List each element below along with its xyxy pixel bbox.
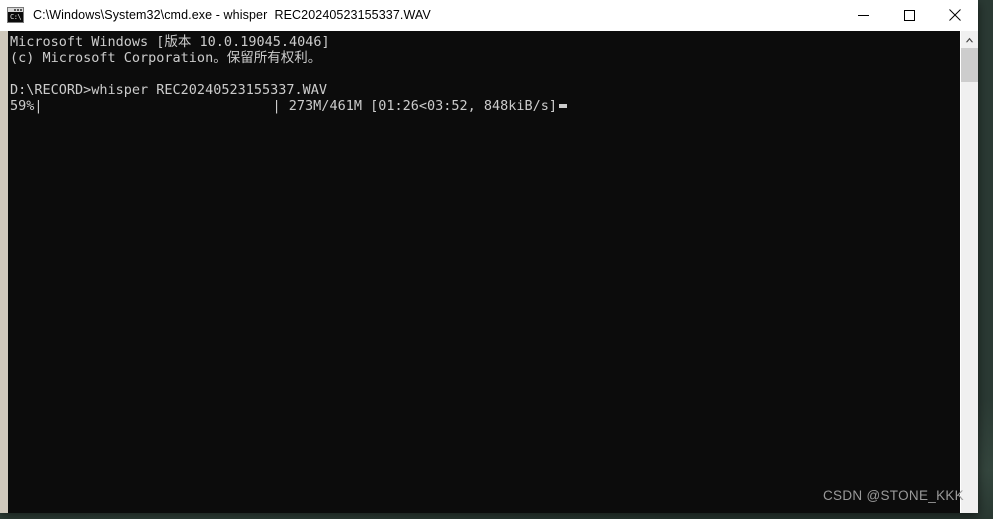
minimize-icon: [857, 14, 869, 16]
console-client-area: Microsoft Windows [版本 10.0.19045.4046] (…: [0, 31, 978, 513]
icon-titlebar: [8, 8, 23, 12]
maximize-button[interactable]: [886, 0, 932, 30]
maximize-icon: [903, 9, 915, 21]
scroll-up-button[interactable]: [961, 31, 978, 48]
console-line: Microsoft Windows [版本 10.0.19045.4046]: [10, 34, 330, 50]
progress-line: 59% | | 273M/461M [01:26<03:52, 848kiB/s…: [8, 98, 960, 114]
minimize-button[interactable]: [840, 0, 886, 30]
console-line: (c) Microsoft Corporation。保留所有权利。: [10, 50, 322, 66]
window-title: C:\Windows\System32\cmd.exe - whisper RE…: [33, 8, 431, 22]
console-scrollbar[interactable]: [960, 31, 978, 513]
block-cursor: [559, 104, 568, 108]
scrollbar-thumb[interactable]: [961, 48, 978, 82]
scroll-up-arrow-icon: [965, 37, 974, 42]
window-titlebar[interactable]: C:\ C:\Windows\System32\cmd.exe - whispe…: [0, 0, 978, 31]
progress-bar-track: [43, 99, 272, 113]
window-controls: [840, 0, 978, 30]
close-icon: [949, 9, 961, 21]
icon-prompt-text: C:\: [10, 13, 22, 21]
scrollbar-track[interactable]: [961, 82, 978, 513]
console-command-line: D:\RECORD>whisper REC20240523155337.WAV: [10, 82, 327, 98]
close-button[interactable]: [932, 0, 978, 30]
progress-percent-label: 59%: [10, 98, 35, 114]
progress-bar-open-delimiter: |: [34, 98, 43, 114]
console-output[interactable]: Microsoft Windows [版本 10.0.19045.4046] (…: [8, 31, 960, 513]
progress-stats: 273M/461M [01:26<03:52, 848kiB/s]: [280, 98, 558, 114]
cmd-console-icon: C:\: [7, 7, 24, 23]
cmd-window: C:\ C:\Windows\System32\cmd.exe - whispe…: [0, 0, 978, 513]
watermark-text: CSDN @STONE_KKK: [823, 488, 964, 503]
progress-bar-close-delimiter: |: [272, 98, 281, 114]
